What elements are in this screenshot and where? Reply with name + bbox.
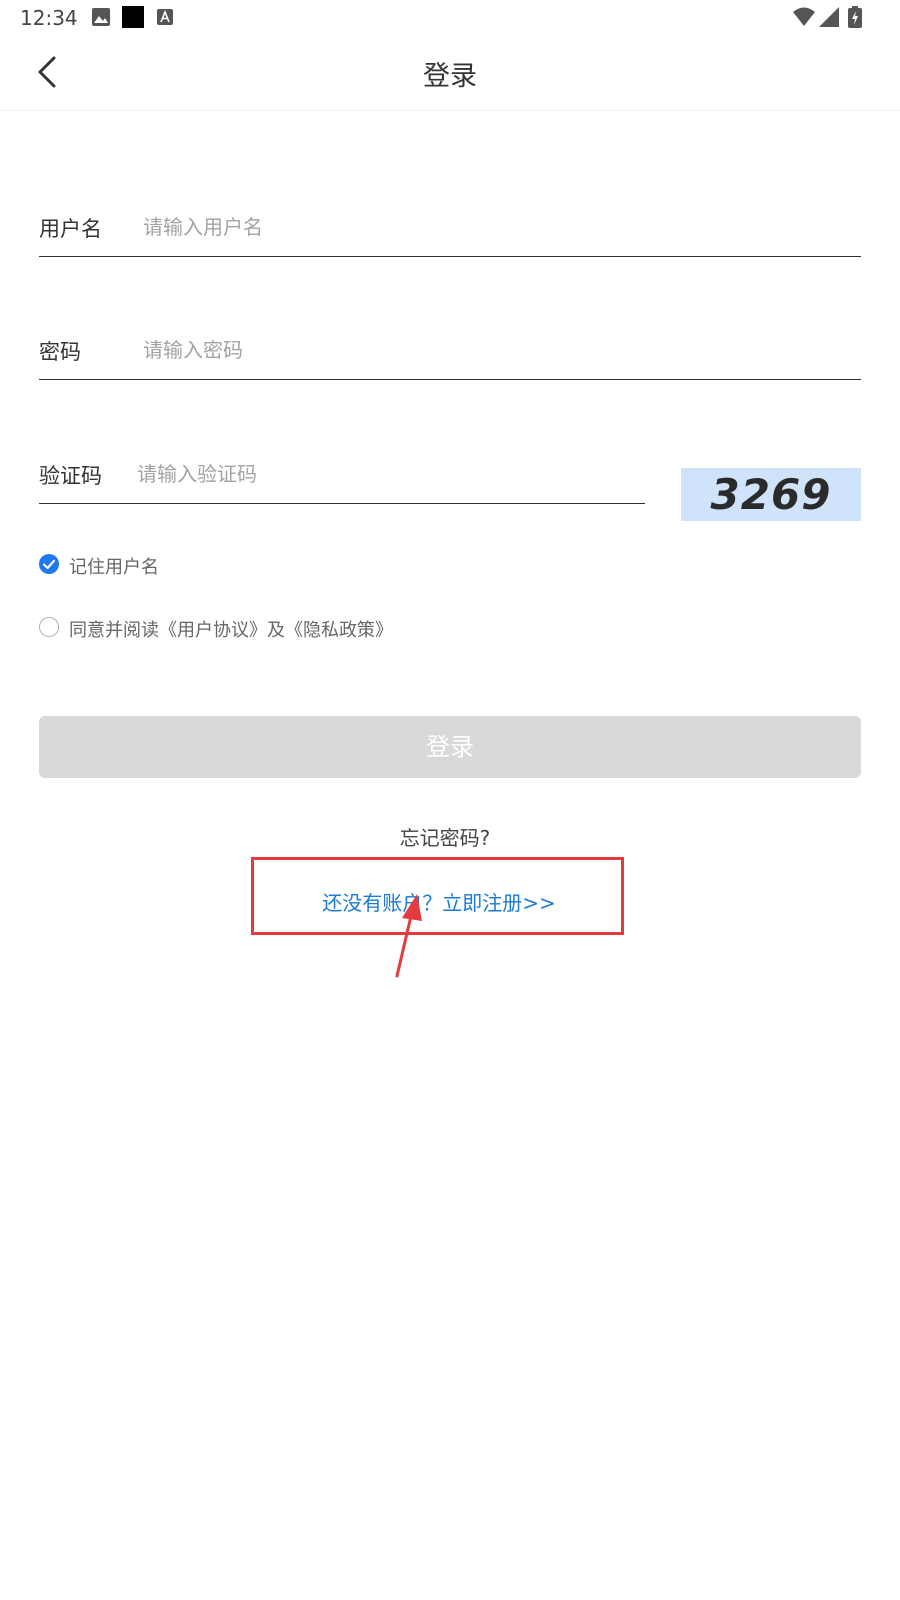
black-square-icon	[122, 6, 144, 28]
username-label: 用户名	[39, 217, 102, 241]
forgot-password-link[interactable]: 忘记密码?	[0, 822, 900, 851]
signal-icon	[819, 7, 839, 27]
annotation-arrow-icon	[395, 894, 422, 978]
captcha-row: 验证码	[39, 447, 645, 504]
remember-username-label: 记住用户名	[69, 557, 159, 578]
page-title: 登录	[423, 61, 477, 92]
captcha-input[interactable]	[137, 455, 637, 493]
battery-icon	[848, 6, 862, 28]
username-input[interactable]	[143, 208, 843, 246]
status-bar: 12:34	[0, 0, 900, 36]
nav-bar: 登录	[0, 36, 900, 111]
agree-terms-label: 同意并阅读《用户协议》及《隐私政策》	[69, 620, 393, 641]
password-label: 密码	[39, 340, 81, 364]
username-row: 用户名	[39, 200, 861, 257]
unchecked-circle-icon	[39, 617, 59, 637]
wifi-icon	[793, 7, 815, 26]
captcha-code: 3269	[710, 470, 832, 519]
font-icon	[157, 9, 173, 25]
captcha-label: 验证码	[39, 464, 102, 488]
photo-icon	[92, 8, 110, 26]
captcha-image[interactable]: 3269	[681, 468, 861, 521]
password-input[interactable]	[143, 331, 843, 369]
checked-circle-icon	[39, 554, 59, 574]
forgot-password-label: 忘记密码?	[399, 826, 491, 850]
login-button[interactable]: 登录	[39, 716, 861, 778]
password-row: 密码	[39, 323, 861, 380]
status-time: 12:34	[20, 6, 78, 30]
